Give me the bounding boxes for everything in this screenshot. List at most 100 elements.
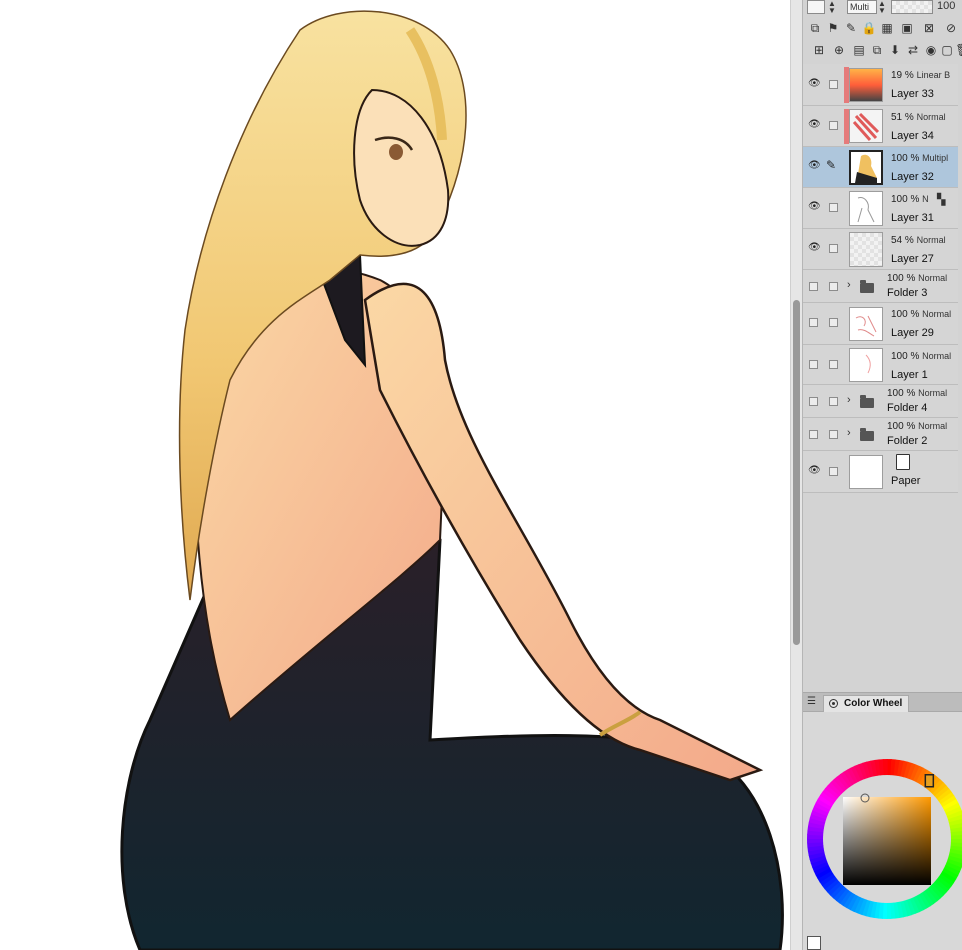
reference-icon[interactable]: ⚑ [825, 20, 841, 36]
draft-icon[interactable]: ✎ [843, 20, 859, 36]
layer-row-selected[interactable]: 👁 ✎ 100 % Multipl Layer 32 [803, 147, 958, 188]
layer-checkbox[interactable] [829, 360, 838, 369]
opacity-slider[interactable] [891, 0, 933, 14]
layer-row[interactable]: 👁 51 % Normal Layer 34 [803, 106, 958, 147]
visibility-checkbox[interactable] [809, 360, 818, 369]
layer-name: Folder 3 [887, 287, 928, 299]
folder-row[interactable]: › 100 % Normal Folder 3 [803, 270, 958, 303]
layer-checkbox[interactable] [829, 244, 838, 253]
layer-toolbar-2: ⊞ ⊕ ▤ ⧉ ⬇ ⇄ ◉ ▢ 🗑 [803, 42, 962, 60]
layer-checkbox[interactable] [829, 397, 838, 406]
eye-icon[interactable]: 👁 [808, 465, 821, 476]
reference-layer-icon: ▚ [937, 194, 946, 206]
hue-marker[interactable] [924, 774, 935, 788]
layer-thumbnail [849, 348, 883, 382]
new-vector-layer-icon[interactable]: ⊕ [831, 42, 847, 58]
folder-row[interactable]: › 100 % Normal Folder 2 [803, 418, 958, 451]
layer-name: Layer 31 [891, 212, 934, 224]
layer-thumbnail [849, 455, 883, 489]
visibility-checkbox[interactable] [809, 430, 818, 439]
blend-mode-select[interactable]: Multi [847, 0, 877, 14]
delete-layer-icon[interactable]: 🗑 [955, 42, 962, 58]
layer-thumbnail [849, 307, 883, 341]
clip-icon[interactable]: ⧉ [807, 20, 823, 36]
layer-blend: 100 % Normal [887, 421, 948, 432]
tab-color-wheel[interactable]: Color Wheel [823, 695, 910, 712]
eye-icon[interactable]: 👁 [808, 160, 821, 171]
duplicate-layer-icon[interactable]: ⧉ [869, 42, 885, 58]
main-color-swatch[interactable] [807, 936, 821, 950]
layer-row[interactable]: 👁 19 % Linear B Layer 33 [803, 64, 958, 106]
merge-down-icon[interactable]: ⬇ [887, 42, 903, 58]
layer-row[interactable]: 100 % Normal Layer 29 [803, 303, 958, 345]
layer-row[interactable]: 👁 100 % N ▚ Layer 31 [803, 188, 958, 229]
drawing-canvas[interactable] [0, 0, 790, 950]
apply-mask-icon[interactable]: ▢ [939, 42, 955, 58]
visibility-checkbox[interactable] [809, 397, 818, 406]
ruler-icon[interactable]: ⊘ [943, 20, 959, 36]
layer-checkbox[interactable] [829, 282, 838, 291]
layer-toolbar-1: ⧉ ⚑ ✎ 🔒 ▦ ▣ ⊠ ⊘ [803, 20, 962, 38]
layer-blend: 100 % Normal [887, 388, 948, 399]
visibility-checkbox[interactable] [809, 282, 818, 291]
folder-row[interactable]: › 100 % Normal Folder 4 [803, 385, 958, 418]
layer-color-box[interactable] [807, 0, 825, 14]
layer-row[interactable]: 👁 54 % Normal Layer 27 [803, 229, 958, 270]
eye-icon[interactable]: 👁 [808, 201, 821, 212]
color-wheel-icon [829, 699, 838, 708]
mask-layer-icon[interactable]: ◉ [923, 42, 939, 58]
layer-name: Layer 27 [891, 253, 934, 265]
layer-thumbnail [849, 68, 883, 102]
scrollbar-thumb[interactable] [793, 300, 800, 645]
layer-checkbox[interactable] [829, 318, 838, 327]
color-panel-body [803, 712, 962, 950]
folder-icon [860, 395, 874, 408]
layer-row[interactable]: 100 % Normal Layer 1 [803, 345, 958, 385]
layer-properties-row: ▲ ▼ Multi ▲ ▼ 100 [803, 0, 962, 16]
layer-name: Paper [891, 475, 921, 487]
eye-icon[interactable]: 👁 [808, 119, 821, 130]
layer-name: Layer 29 [891, 327, 934, 339]
panel-menu-icon[interactable]: ☰ [807, 696, 816, 707]
layer-thumbnail [849, 191, 883, 226]
layer-blend: 100 % Normal [891, 309, 952, 320]
blend-stepper-left[interactable]: ▲ ▼ [827, 0, 837, 15]
layer-blend: 51 % Normal [891, 112, 946, 123]
mask-toggle-icon[interactable]: ⊠ [921, 20, 937, 36]
lock-transparency-icon[interactable]: ▦ [879, 20, 895, 36]
pen-icon: ✎ [826, 158, 837, 172]
new-raster-layer-icon[interactable]: ⊞ [811, 42, 827, 58]
visibility-checkbox[interactable] [809, 318, 818, 327]
chevron-right-icon[interactable]: › [847, 279, 851, 291]
layer-checkbox[interactable] [829, 80, 838, 89]
layer-checkbox[interactable] [829, 430, 838, 439]
eye-icon[interactable]: 👁 [808, 242, 821, 253]
paper-icon [896, 454, 910, 470]
tab-label: Color Wheel [844, 698, 903, 709]
layer-checkbox[interactable] [829, 467, 838, 476]
color-wheel[interactable] [803, 755, 962, 923]
blend-mode-stepper[interactable]: ▲ ▼ [877, 0, 887, 15]
mask-icon[interactable]: ▣ [899, 20, 915, 36]
transfer-icon[interactable]: ⇄ [905, 42, 921, 58]
layer-thumbnail [849, 109, 883, 143]
layer-checkbox[interactable] [829, 121, 838, 130]
layer-name: Layer 34 [891, 130, 934, 142]
layer-blend: 54 % Normal [891, 235, 946, 246]
color-panel-header: ☰ Color Wheel [803, 692, 962, 712]
layer-name: Layer 1 [891, 369, 928, 381]
opacity-value[interactable]: 100 [935, 0, 959, 14]
eye-icon[interactable]: 👁 [808, 78, 821, 89]
chevron-right-icon[interactable]: › [847, 394, 851, 406]
lock-icon[interactable]: 🔒 [861, 20, 877, 36]
canvas-scrollbar[interactable] [790, 0, 802, 950]
artwork [120, 10, 784, 950]
layer-thumbnail [849, 150, 883, 185]
folder-icon [860, 428, 874, 441]
layer-panel: ▲ ▼ Multi ▲ ▼ 100 ⧉ ⚑ ✎ 🔒 ▦ ▣ ⊠ ⊘ ⊞ ⊕ ▤ ⧉ … [802, 0, 962, 950]
layer-checkbox[interactable] [829, 203, 838, 212]
new-folder-icon[interactable]: ▤ [851, 42, 867, 58]
chevron-right-icon[interactable]: › [847, 427, 851, 439]
paper-row[interactable]: 👁 Paper [803, 451, 958, 493]
layer-name: Folder 4 [887, 402, 928, 414]
